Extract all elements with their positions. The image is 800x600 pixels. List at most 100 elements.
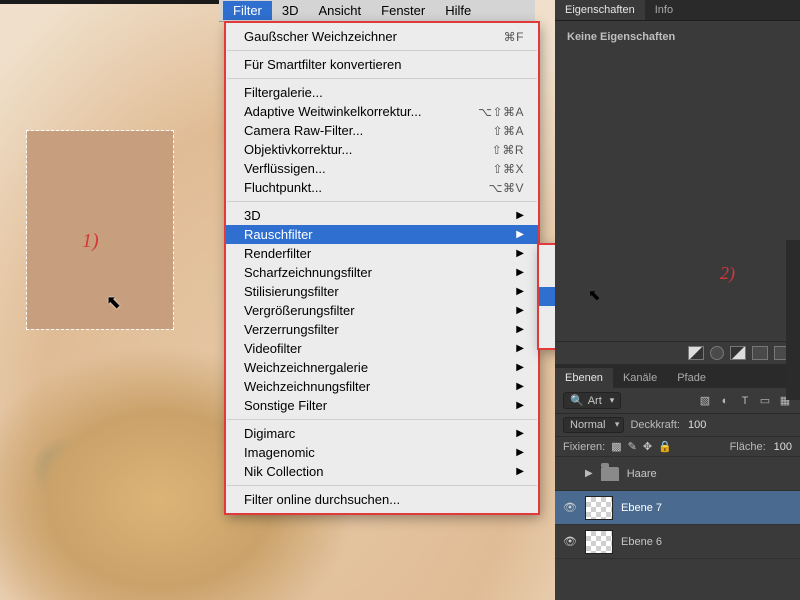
menu-item-label: Objektivkorrektur... xyxy=(244,142,352,157)
menu-item-label: Sonstige Filter xyxy=(244,398,327,413)
menu-item-vergroesserung[interactable]: Vergrößerungsfilter▶ xyxy=(226,301,538,320)
layer-thumbnail[interactable] xyxy=(585,496,613,520)
menu-item-label: Renderfilter xyxy=(244,246,311,261)
group-collapse-arrow-icon[interactable]: ▶ xyxy=(585,468,593,479)
menu-ansicht[interactable]: Ansicht xyxy=(309,1,372,20)
menu-3d[interactable]: 3D xyxy=(272,1,309,20)
filter-pixel-icon[interactable]: ▧ xyxy=(698,394,712,408)
menu-item-convert-smart[interactable]: Für Smartfilter konvertieren xyxy=(226,55,538,74)
menu-item-shortcut: ⌥⇧⌘A xyxy=(478,105,524,119)
tab-ebenen[interactable]: Ebenen xyxy=(555,368,613,388)
menu-item-label: Weichzeichnergalerie xyxy=(244,360,368,375)
menu-item-label: Verzerrungsfilter xyxy=(244,322,339,337)
menu-item-camera-raw[interactable]: Camera Raw-Filter...⇧⌘A xyxy=(226,121,538,140)
menu-separator xyxy=(227,50,537,51)
filter-type-icon[interactable]: T xyxy=(738,394,752,408)
layer-row[interactable]: 👁 Ebene 6 xyxy=(555,525,800,559)
menu-item-stilisierung[interactable]: Stilisierungsfilter▶ xyxy=(226,282,538,301)
menu-item-rauschfilter[interactable]: Rauschfilter▶ xyxy=(226,225,538,244)
menu-item-sonstige[interactable]: Sonstige Filter▶ xyxy=(226,396,538,415)
fill-label: Fläche: xyxy=(730,441,766,453)
adjust-icon[interactable] xyxy=(688,346,704,360)
menu-item-browse-online[interactable]: Filter online durchsuchen... xyxy=(226,490,538,509)
menu-item-nik-collection[interactable]: Nik Collection ▶ xyxy=(226,462,538,481)
menu-item-scharfzeichnung[interactable]: Scharfzeichnungsfilter▶ xyxy=(226,263,538,282)
submenu-arrow-icon: ▶ xyxy=(516,343,524,354)
properties-panel-tabs: Eigenschaften Info xyxy=(555,0,800,21)
menu-hilfe[interactable]: Hilfe xyxy=(435,1,481,20)
adjust-icon[interactable] xyxy=(730,346,746,360)
rectangular-selection-marquee[interactable] xyxy=(26,130,174,330)
fill-value[interactable]: 100 xyxy=(774,441,792,453)
menu-fenster[interactable]: Fenster xyxy=(371,1,435,20)
menu-item-videofilter[interactable]: Videofilter ▶ xyxy=(226,339,538,358)
layer-name[interactable]: Ebene 7 xyxy=(621,502,662,514)
opacity-label: Deckkraft: xyxy=(630,419,680,431)
menu-item-weichzeichnungsfilter[interactable]: Weichzeichnungsfilter▶ xyxy=(226,377,538,396)
layer-row[interactable]: 👁 Ebene 7 xyxy=(555,491,800,525)
layers-panel-tabs: Ebenen Kanäle Pfade xyxy=(555,368,800,388)
menu-item-label: Camera Raw-Filter... xyxy=(244,123,363,138)
layer-group-row[interactable]: ▶ Haare xyxy=(555,457,800,491)
menu-item-label: Videofilter xyxy=(244,341,302,356)
visibility-toggle[interactable]: 👁 xyxy=(563,535,577,548)
opacity-value[interactable]: 100 xyxy=(688,419,706,431)
menu-filter[interactable]: Filter xyxy=(223,1,272,20)
menu-item-renderfilter[interactable]: Renderfilter▶ xyxy=(226,244,538,263)
menu-item-label: Gaußscher Weichzeichner xyxy=(244,29,397,44)
menu-item-3d[interactable]: 3D▶ xyxy=(226,206,538,225)
lock-brush-icon[interactable]: ✎ xyxy=(628,440,637,453)
layer-lock-row: Fixieren: ▩ ✎ ✥ 🔒 Fläche: 100 xyxy=(555,437,800,457)
menu-item-label: Filtergalerie... xyxy=(244,85,323,100)
submenu-arrow-icon: ▶ xyxy=(516,447,524,458)
menu-item-objektivkorrektur[interactable]: Objektivkorrektur...⇧⌘R xyxy=(226,140,538,159)
layer-name[interactable]: Haare xyxy=(627,468,657,480)
annotation-2: 2) xyxy=(720,263,735,284)
panel-scrollbar[interactable] xyxy=(786,240,800,400)
menu-item-imagenomic[interactable]: Imagenomic ▶ xyxy=(226,443,538,462)
tab-info[interactable]: Info xyxy=(645,0,683,20)
submenu-arrow-icon: ▶ xyxy=(516,324,524,335)
filter-shape-icon[interactable]: ▭ xyxy=(758,394,772,408)
menu-item-fluchtpunkt[interactable]: Fluchtpunkt...⌥⌘V xyxy=(226,178,538,197)
tab-pfade[interactable]: Pfade xyxy=(667,368,716,388)
blend-mode-value: Normal xyxy=(570,419,605,431)
layer-filter-kind-select[interactable]: 🔍 Art ▾ xyxy=(563,392,621,409)
lock-transparency-icon[interactable]: ▩ xyxy=(611,440,621,453)
filter-kind-label: Art xyxy=(588,395,602,407)
menu-item-verfluessigen[interactable]: Verflüssigen...⇧⌘X xyxy=(226,159,538,178)
visibility-toggle[interactable]: 👁 xyxy=(563,501,577,514)
menu-item-weitwinkel[interactable]: Adaptive Weitwinkelkorrektur... ⌥⇧⌘A xyxy=(226,102,538,121)
layer-name[interactable]: Ebene 6 xyxy=(621,536,662,548)
search-icon: 🔍 xyxy=(570,394,584,407)
folder-icon xyxy=(601,467,619,481)
menu-item-digimarc[interactable]: Digimarc▶ xyxy=(226,424,538,443)
menu-item-label: Imagenomic xyxy=(244,445,315,460)
submenu-arrow-icon: ▶ xyxy=(516,267,524,278)
tab-eigenschaften[interactable]: Eigenschaften xyxy=(555,0,645,20)
adjustments-icon-row xyxy=(555,341,800,364)
menu-separator xyxy=(227,485,537,486)
submenu-arrow-icon: ▶ xyxy=(516,428,524,439)
menu-item-shortcut: ⌥⌘V xyxy=(489,181,524,195)
menu-item-filtergalerie[interactable]: Filtergalerie... xyxy=(226,83,538,102)
layers-filter-bar: 🔍 Art ▾ ▧ ◐ T ▭ ▦ xyxy=(555,388,800,414)
menu-item-last-filter[interactable]: Gaußscher Weichzeichner ⌘F xyxy=(226,27,538,46)
adjust-icon[interactable] xyxy=(710,346,724,360)
menu-item-weichzeichnergalerie[interactable]: Weichzeichnergalerie▶ xyxy=(226,358,538,377)
menu-item-label: Nik Collection xyxy=(244,464,323,479)
menu-item-label: Adaptive Weitwinkelkorrektur... xyxy=(244,104,422,119)
adjust-icon[interactable] xyxy=(752,346,768,360)
blend-mode-select[interactable]: Normal xyxy=(563,417,624,433)
filter-adjust-icon[interactable]: ◐ xyxy=(718,394,732,408)
submenu-arrow-icon: ▶ xyxy=(516,466,524,477)
layer-thumbnail[interactable] xyxy=(585,530,613,554)
selection-fill xyxy=(27,131,173,329)
lock-move-icon[interactable]: ✥ xyxy=(643,440,652,453)
menu-item-label: Weichzeichnungsfilter xyxy=(244,379,370,394)
tab-kanaele[interactable]: Kanäle xyxy=(613,368,667,388)
chevron-down-icon: ▾ xyxy=(610,395,615,406)
lock-all-icon[interactable]: 🔒 xyxy=(658,440,672,453)
menu-item-verzerrung[interactable]: Verzerrungsfilter ▶ xyxy=(226,320,538,339)
submenu-arrow-icon: ▶ xyxy=(516,286,524,297)
